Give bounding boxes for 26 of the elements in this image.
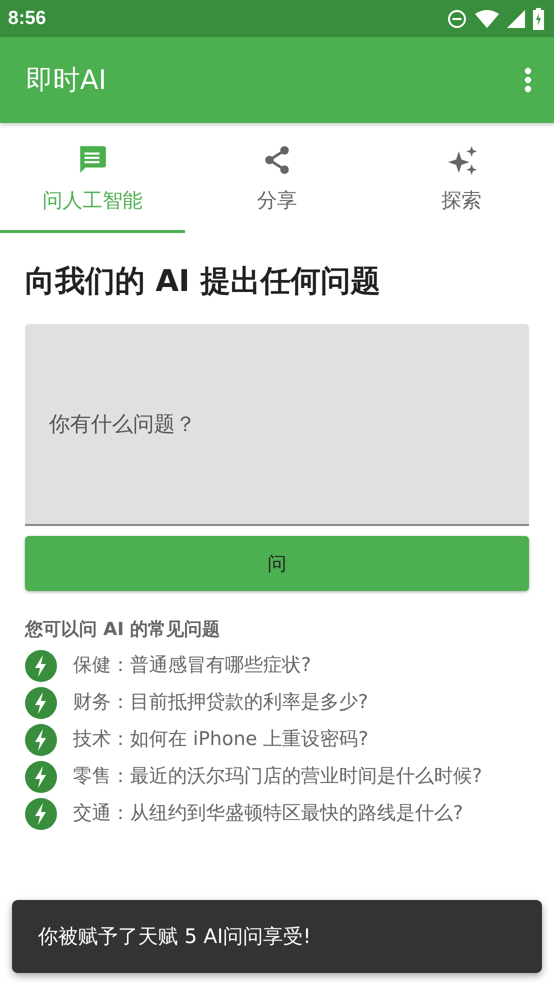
ask-button[interactable]: 问 (25, 536, 529, 591)
app-title: 即时AI (26, 64, 106, 98)
faq-question: 技术：如何在 iPhone 上重设密码? (73, 727, 368, 752)
wifi-icon (475, 10, 499, 28)
lightning-bolt-icon (25, 761, 57, 793)
lightning-bolt-icon (25, 687, 57, 719)
faq-question: 财务：目前抵押贷款的利率是多少? (73, 690, 368, 715)
lightning-bolt-icon (25, 724, 57, 756)
overflow-menu-icon[interactable] (524, 67, 532, 93)
page-heading: 向我们的 AI 提出任何问题 (25, 263, 382, 301)
battery-icon (533, 8, 544, 30)
faq-question: 交通：从纽约到华盛顿特区最快的路线是什么? (73, 801, 464, 826)
faq-title: 您可以问 AI 的常见问题 (25, 618, 222, 641)
snackbar: 你被赋予了天赋 5 AI问问享受! (12, 900, 542, 973)
question-field[interactable]: 你有什么问题？ (25, 324, 529, 526)
chat-icon (77, 145, 108, 175)
lightning-bolt-icon (25, 798, 57, 830)
tab[interactable]: 探索 (369, 123, 554, 233)
status-time: 8:56 (8, 8, 46, 30)
faq-question: 零售：最近的沃尔玛门店的营业时间是什么时候? (73, 764, 482, 789)
do-not-disturb-icon (447, 8, 467, 28)
lightning-bolt-icon (25, 650, 57, 682)
signal-icon (507, 10, 525, 28)
sparkles-icon (446, 145, 477, 175)
tab[interactable]: 分享 (184, 123, 370, 233)
faq-question: 保健：普通感冒有哪些症状? (73, 653, 312, 678)
